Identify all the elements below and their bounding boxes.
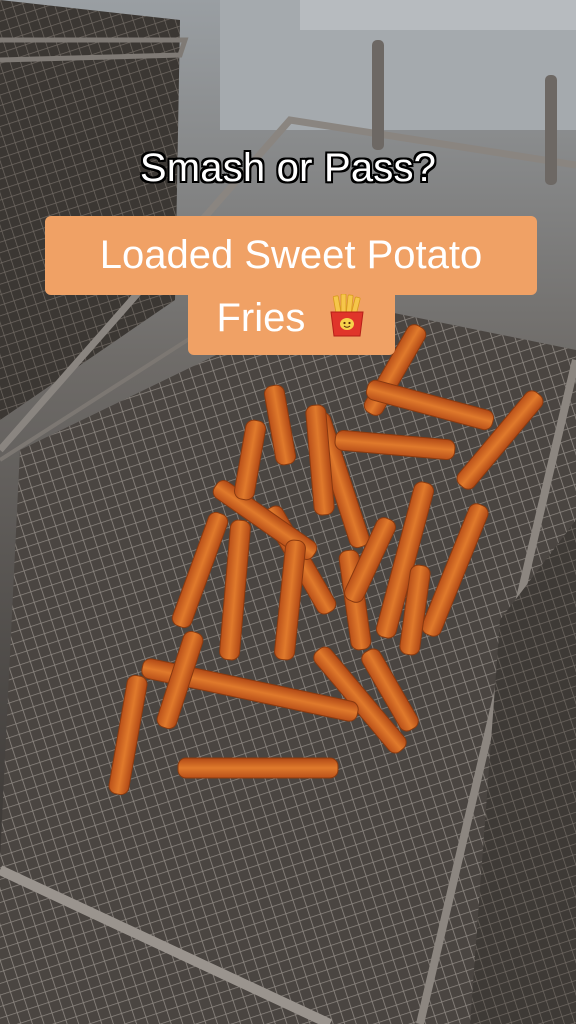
caption-line-1: Loaded Sweet Potato	[45, 216, 537, 295]
caption-line-2-box: Fries	[188, 293, 395, 355]
smash-or-pass-title: Smash or Pass?	[139, 146, 437, 190]
caption-line-2: Fries	[216, 296, 306, 340]
french-fries-icon	[327, 294, 367, 338]
